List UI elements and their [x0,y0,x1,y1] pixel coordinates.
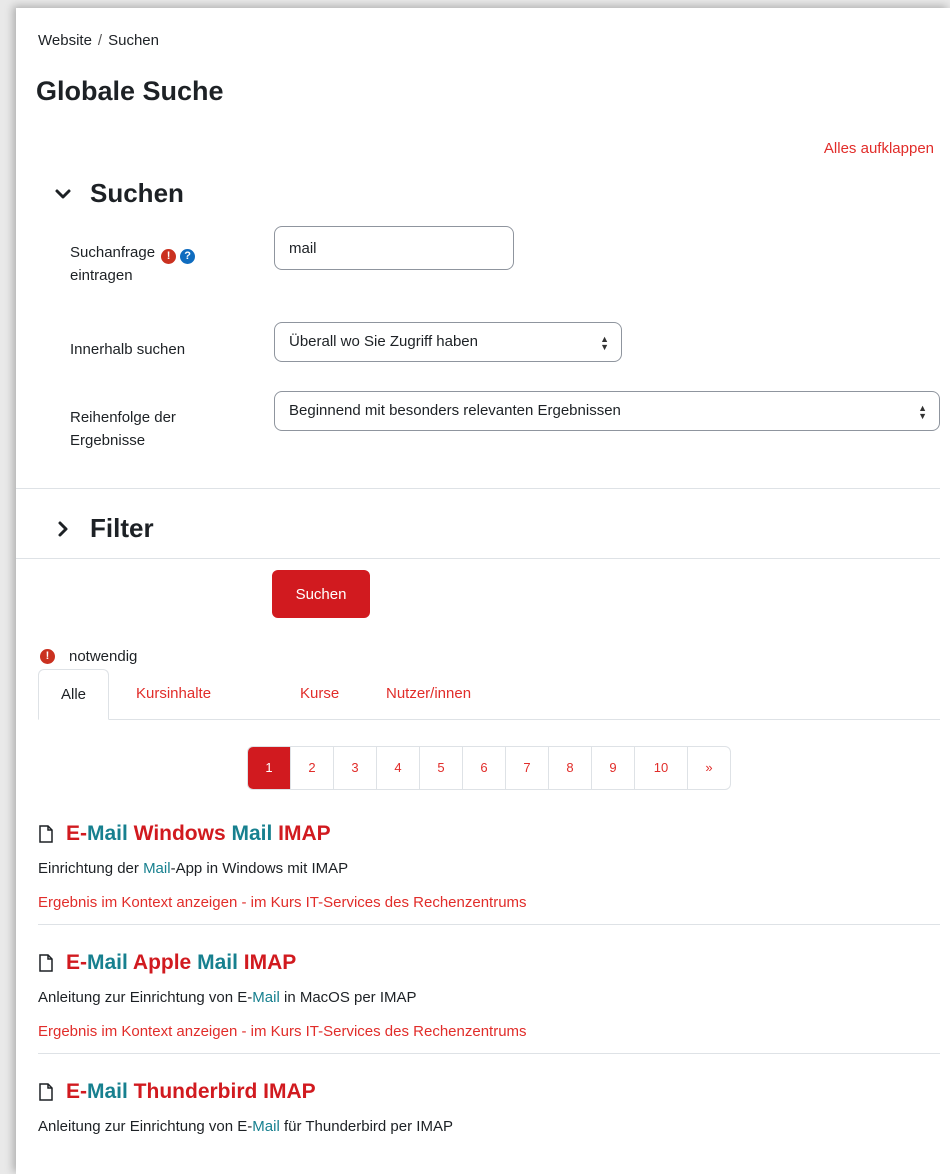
list-item: E- Mail Thunderbird IMAP Anleitung zur Ei… [38,1076,940,1148]
page-link-6[interactable]: 6 [463,747,506,789]
result-title-part: E- [66,822,87,845]
result-order-select[interactable]: Beginnend mit besonders relevanten Ergeb… [274,391,940,431]
result-desc-part: für Thunderbird per IMAP [279,1118,453,1135]
tab-courses[interactable]: Kurse [278,669,361,719]
result-title-part: Windows [127,822,232,845]
section-filter-toggle[interactable]: Filter [50,513,154,544]
result-description: Anleitung zur Einrichtung von E-Mail für… [38,1116,940,1138]
page-title: Globale Suche [36,76,224,106]
result-desc-highlight: Mail [143,860,171,877]
result-context-link[interactable]: Ergebnis im Kontext anzeigen - im Kurs I… [38,1021,940,1043]
result-order-value: Beginnend mit besonders relevanten Ergeb… [289,402,621,419]
result-context-link[interactable]: Ergebnis im Kontext anzeigen - im Kurs I… [38,892,940,914]
page-link-1[interactable]: 1 [248,747,291,789]
result-desc-highlight: Mail [252,989,280,1006]
result-title-part: IMAP [237,951,297,974]
chevron-right-icon [58,521,68,536]
within-label: Innerhalb suchen [70,341,186,358]
page-link-9[interactable]: 9 [592,747,635,789]
search-results: E- Mail Windows Mail IMAP Einrichtung der… [38,818,940,1170]
result-title[interactable]: E- Mail Windows Mail IMAP [38,818,940,850]
result-desc-part: Einrichtung der [38,860,144,877]
result-title-part: E- [66,1080,87,1103]
select-arrows-icon: ▲ ▼ [600,334,609,352]
tab-all[interactable]: Alle [38,669,110,720]
document-icon [39,825,53,843]
chevron-down-icon [55,189,71,198]
breadcrumb: Website / Suchen [38,32,159,49]
search-within-value: Überall wo Sie Zugriff haben [289,333,478,350]
page-link-2[interactable]: 2 [291,747,334,789]
result-title-highlight: Mail [87,822,128,845]
result-description: Einrichtung der Mail-App in Windows mit … [38,858,940,880]
order-label: Reihenfolge der Ergebnisse [70,406,240,452]
result-desc-highlight: Mail [252,1118,280,1135]
result-title-highlight: Mail [197,951,238,974]
required-note-text: notwendig [69,648,138,665]
required-icon: ! [161,249,177,264]
search-query-input[interactable] [274,226,514,270]
page-link-8[interactable]: 8 [549,747,592,789]
query-label-line1: Suchanfrage [70,244,156,261]
page-link-7[interactable]: 7 [506,747,549,789]
page-link-next[interactable]: » [688,747,730,789]
select-arrows-icon: ▲ ▼ [918,403,927,421]
result-desc-part: Anleitung zur Einrichtung von E- [38,1118,253,1135]
result-title-highlight: Mail [87,1080,128,1103]
tab-course-content[interactable]: Kursinhalte [114,669,233,719]
order-label-line2: Ergebnisse [70,432,146,449]
help-icon[interactable]: ? [180,249,196,264]
result-title-highlight: Mail [231,822,273,845]
section-filter-title: Filter [90,513,154,543]
result-title[interactable]: E- Mail Apple Mail IMAP [38,947,940,979]
section-search-toggle[interactable]: Suchen [50,178,184,209]
required-icon: ! [40,649,55,664]
page: Website / Suchen Globale Suche Alles aufkl… [16,8,950,1174]
result-title-part: E- [66,951,87,974]
result-tabs: Alle Kursinhalte Kurse Nutzer/innen [38,669,940,720]
query-label: Suchanfrage!? eintragen [70,241,260,287]
result-title-part: Apple [127,951,198,974]
expand-all-link[interactable]: Alles aufklappen [824,140,934,157]
page-link-3[interactable]: 3 [334,747,377,789]
page-link-4[interactable]: 4 [377,747,420,789]
tab-users[interactable]: Nutzer/innen [364,669,493,719]
section-search-title: Suchen [90,178,184,208]
result-title-part: IMAP [272,822,331,845]
result-title-part: Thunderbird IMAP [127,1080,316,1103]
list-item: E- Mail Windows Mail IMAP Einrichtung der… [38,818,940,925]
result-desc-part: in MacOS per IMAP [279,989,417,1006]
search-within-select[interactable]: Überall wo Sie Zugriff haben ▲ ▼ [274,322,622,362]
required-note: ! notwendig [40,648,137,665]
result-desc-part: -App in Windows mit IMAP [170,860,349,877]
page-link-5[interactable]: 5 [420,747,463,789]
query-label-line2: eintragen [70,267,133,284]
breadcrumb-website[interactable]: Website [38,32,92,49]
result-description: Anleitung zur Einrichtung von E-Mail in … [38,987,940,1009]
result-desc-part: Anleitung zur Einrichtung von E- [38,989,253,1006]
result-title[interactable]: E- Mail Thunderbird IMAP [38,1076,940,1108]
list-item: E- Mail Apple Mail IMAP Anleitung zur Ein… [38,947,940,1054]
pagination: 1 2 3 4 5 6 7 8 9 10 » [247,746,731,790]
result-title-highlight: Mail [87,951,128,974]
document-icon [39,954,53,972]
order-label-line1: Reihenfolge der [70,409,176,426]
page-link-10[interactable]: 10 [635,747,688,789]
search-button[interactable]: Suchen [272,570,370,618]
document-icon [39,1083,53,1101]
breadcrumb-separator: / [97,32,103,49]
breadcrumb-search[interactable]: Suchen [108,32,159,49]
divider [16,558,940,559]
divider [16,488,940,489]
